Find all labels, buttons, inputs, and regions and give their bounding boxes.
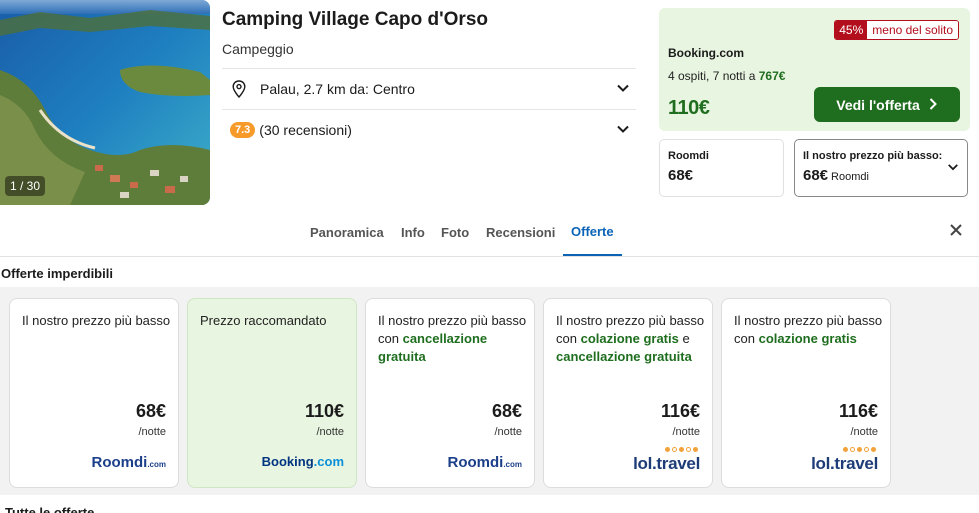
top-deal-box[interactable]: 45% meno del solito Booking.com 4 ospiti… [659, 8, 970, 131]
lowest-price-provider: Roomdi [831, 171, 869, 183]
close-icon[interactable] [949, 223, 963, 242]
lowest-price-value: 68€ [803, 167, 829, 184]
offers-strip: Il nostro prezzo più basso 68€ /notte Ro… [0, 287, 979, 495]
view-offer-button[interactable]: Vedi l'offerta [814, 87, 960, 122]
all-offers-title: Tutte le offerte [5, 505, 95, 513]
tab-panoramica[interactable]: Panoramica [310, 208, 384, 256]
offer-price: 68€ [135, 401, 166, 421]
offer-price: 116€ [838, 401, 878, 421]
chevron-down-icon [947, 160, 959, 178]
offer-unit: /notte [316, 426, 344, 438]
offer-title: Prezzo raccomandato [200, 313, 327, 328]
offer-unit: /notte [138, 426, 166, 438]
offer-title: Il nostro prezzo più basso [22, 313, 171, 328]
offer-unit: /notte [494, 426, 522, 438]
offer-card[interactable]: Il nostro prezzo più basso con cancellaz… [365, 298, 535, 488]
tab-foto[interactable]: Foto [441, 208, 469, 256]
chevron-right-icon [928, 97, 938, 113]
tab-info[interactable]: Info [401, 208, 425, 256]
stay-prefix: 4 ospiti, 7 notti a [668, 69, 756, 83]
offer-price: 116€ [660, 401, 700, 421]
tab-offerte[interactable]: Offerte [563, 208, 622, 256]
section-title: Offerte imperdibili [1, 266, 113, 281]
offer-price: 110€ [304, 401, 344, 421]
deal-provider: Booking.com [668, 46, 745, 60]
discount-percent: 45% [835, 21, 868, 39]
offer-card[interactable]: Il nostro prezzo più basso 68€ /notte Ro… [9, 298, 179, 488]
offer-title: Il nostro prezzo più basso con colazione… [556, 313, 705, 364]
hotel-info: Camping Village Capo d'Orso Campeggio Pa… [222, 0, 636, 138]
chevron-down-icon[interactable] [616, 81, 630, 100]
lowest-price-label: Il nostro prezzo più basso: [803, 150, 943, 162]
location-row[interactable]: Palau, 2.7 km da: Centro [222, 68, 636, 109]
hotel-name: Camping Village Capo d'Orso [222, 9, 488, 30]
hotel-photo-image [0, 0, 210, 205]
detail-tabs: Panoramica Info Foto Recensioni Offerte [0, 208, 979, 257]
deal-price: 110€ [668, 97, 710, 119]
tab-recensioni[interactable]: Recensioni [486, 208, 555, 256]
stay-summary: 4 ospiti, 7 notti a 767€ [668, 69, 785, 83]
offer-card[interactable]: Il nostro prezzo più basso con colazione… [543, 298, 713, 488]
offer-price: 68€ [491, 401, 522, 421]
offer-title: Il nostro prezzo più basso con colazione… [734, 313, 883, 346]
photo-counter: 1 / 30 [5, 176, 46, 196]
booking-logo: Booking.com [261, 454, 344, 469]
offer-title: Il nostro prezzo più basso con cancellaz… [378, 313, 527, 364]
lol-travel-logo: lol.travel [811, 447, 878, 474]
map-pin-icon [232, 80, 246, 103]
offer-unit: /notte [850, 426, 878, 438]
hotel-photo[interactable]: 1 / 30 [0, 0, 210, 205]
lowest-price-dropdown[interactable]: Il nostro prezzo più basso: 68€ Roomdi [794, 139, 968, 197]
discount-text: meno del solito [867, 21, 958, 39]
lowest-price-value-row: 68€ Roomdi [803, 167, 869, 184]
roomdi-logo: Roomdi.com [447, 454, 523, 471]
discount-badge: 45% meno del solito [834, 20, 959, 40]
stay-total: 767€ [758, 69, 786, 83]
rating-badge: 7.3 [230, 122, 256, 138]
review-count: (30 recensioni) [259, 122, 352, 138]
reviews-row[interactable]: 7.3 (30 recensioni) [222, 109, 636, 150]
alt-price-label: Roomdi [668, 150, 709, 162]
lol-travel-logo: lol.travel [633, 447, 700, 474]
alt-price-value: 68€ [668, 167, 694, 184]
alt-price-roomdi[interactable]: Roomdi 68€ [659, 139, 784, 197]
offer-card[interactable]: Il nostro prezzo più basso con colazione… [721, 298, 891, 488]
offer-card[interactable]: Prezzo raccomandato 110€ /notte Booking.… [187, 298, 357, 488]
roomdi-logo: Roomdi.com [91, 454, 167, 471]
hotel-type: Campeggio [222, 41, 294, 57]
offer-unit: /notte [672, 426, 700, 438]
location-text: Palau, 2.7 km da: Centro [260, 81, 415, 97]
view-offer-label: Vedi l'offerta [836, 96, 920, 113]
chevron-down-icon[interactable] [616, 122, 630, 141]
